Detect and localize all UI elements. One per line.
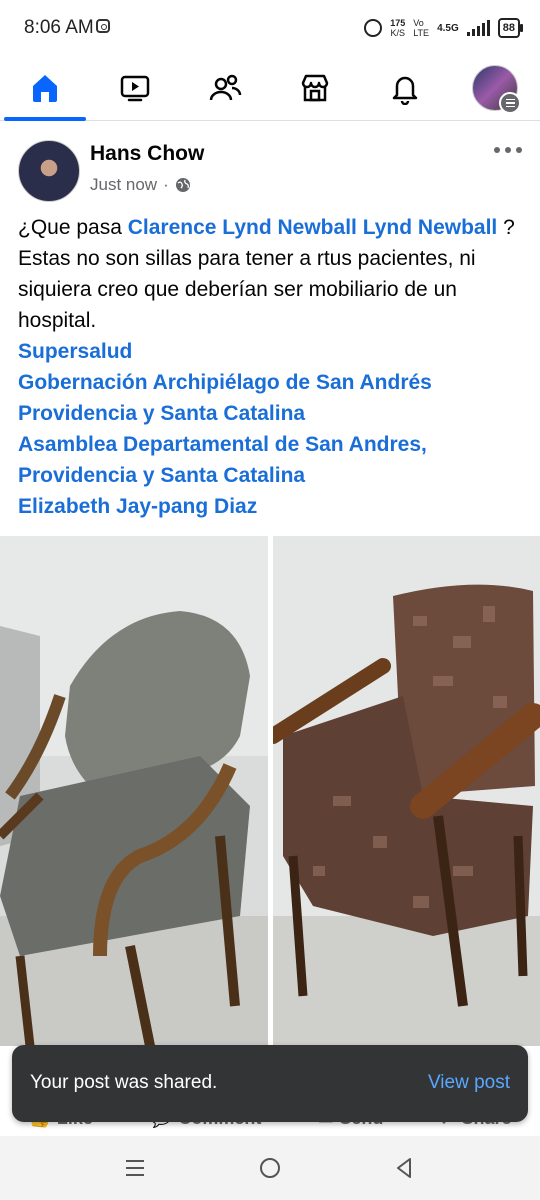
more-options-icon[interactable] xyxy=(494,144,524,156)
brown-chair-illustration xyxy=(273,536,540,1046)
share-snackbar: Your post was shared. View post xyxy=(12,1045,528,1122)
status-indicators: 175 K/S Vo LTE 4.5G 88 xyxy=(364,14,524,42)
tag-link[interactable]: Elizabeth Jay-pang Diaz xyxy=(18,491,523,522)
post-meta: Just now · xyxy=(90,175,191,195)
author-avatar[interactable] xyxy=(18,140,80,202)
friends-icon xyxy=(209,74,242,101)
network-speed: 175 K/S xyxy=(390,18,405,38)
post-photo-brown-chair[interactable] xyxy=(273,536,540,1046)
post-text-prefix: ¿Que pasa xyxy=(18,216,128,239)
status-time: 8:06 AM xyxy=(24,17,94,38)
network-label: 4.5G xyxy=(437,22,459,34)
nav-notifications[interactable] xyxy=(360,56,450,120)
view-post-button[interactable]: View post xyxy=(428,1072,510,1094)
tag-link[interactable]: Gobernación Archipiélago de San Andrés P… xyxy=(18,367,523,429)
author-name[interactable]: Hans Chow xyxy=(90,142,204,166)
nav-video[interactable] xyxy=(90,56,180,120)
post-text: ¿Que pasa Clarence Lynd Newball Lynd New… xyxy=(18,212,523,522)
globe-icon xyxy=(175,178,190,192)
post-images xyxy=(0,536,540,1046)
network-type: 4.5G xyxy=(437,23,459,34)
recents-icon[interactable] xyxy=(123,1156,147,1180)
status-bar: 8:06 AM 175 K/S Vo LTE 4.5G 88 xyxy=(0,0,540,56)
meta-separator: · xyxy=(163,175,169,194)
home-button-icon[interactable] xyxy=(258,1156,282,1180)
speed-value: 175 xyxy=(390,18,406,28)
nav-friends[interactable] xyxy=(180,56,270,120)
post-time[interactable]: Just now xyxy=(90,175,157,195)
volte-indicator: Vo LTE xyxy=(413,18,429,38)
home-icon xyxy=(33,75,57,102)
mention-link[interactable]: Clarence Lynd Newball Lynd Newball xyxy=(128,216,498,239)
menu-icon xyxy=(499,92,521,114)
system-navigation-bar xyxy=(0,1136,540,1200)
bell-icon xyxy=(392,76,418,105)
back-icon[interactable] xyxy=(392,1156,416,1180)
alarm-icon xyxy=(364,19,383,37)
volte-bottom: LTE xyxy=(413,28,430,38)
battery-icon: 88 xyxy=(497,18,524,38)
gray-chair-illustration xyxy=(0,536,268,1046)
marketplace-icon xyxy=(301,74,329,102)
top-nav-bar xyxy=(0,56,540,121)
nav-home[interactable] xyxy=(0,56,90,121)
post-photo-gray-chair[interactable] xyxy=(0,536,268,1046)
active-tab-indicator xyxy=(4,117,86,121)
speed-unit: K/S xyxy=(390,28,405,38)
nav-profile-menu[interactable] xyxy=(450,56,540,120)
nav-marketplace[interactable] xyxy=(270,56,360,120)
post-header: Hans Chow Just now · xyxy=(0,130,540,202)
signal-icon xyxy=(466,20,490,36)
video-icon xyxy=(120,75,150,102)
snackbar-message: Your post was shared. xyxy=(30,1072,218,1093)
tag-link[interactable]: Supersalud xyxy=(18,336,523,367)
tag-link[interactable]: Asamblea Departamental de San Andres, Pr… xyxy=(18,429,523,491)
instagram-icon xyxy=(96,19,110,33)
volte-top: Vo xyxy=(413,18,424,28)
avatar xyxy=(472,65,521,114)
